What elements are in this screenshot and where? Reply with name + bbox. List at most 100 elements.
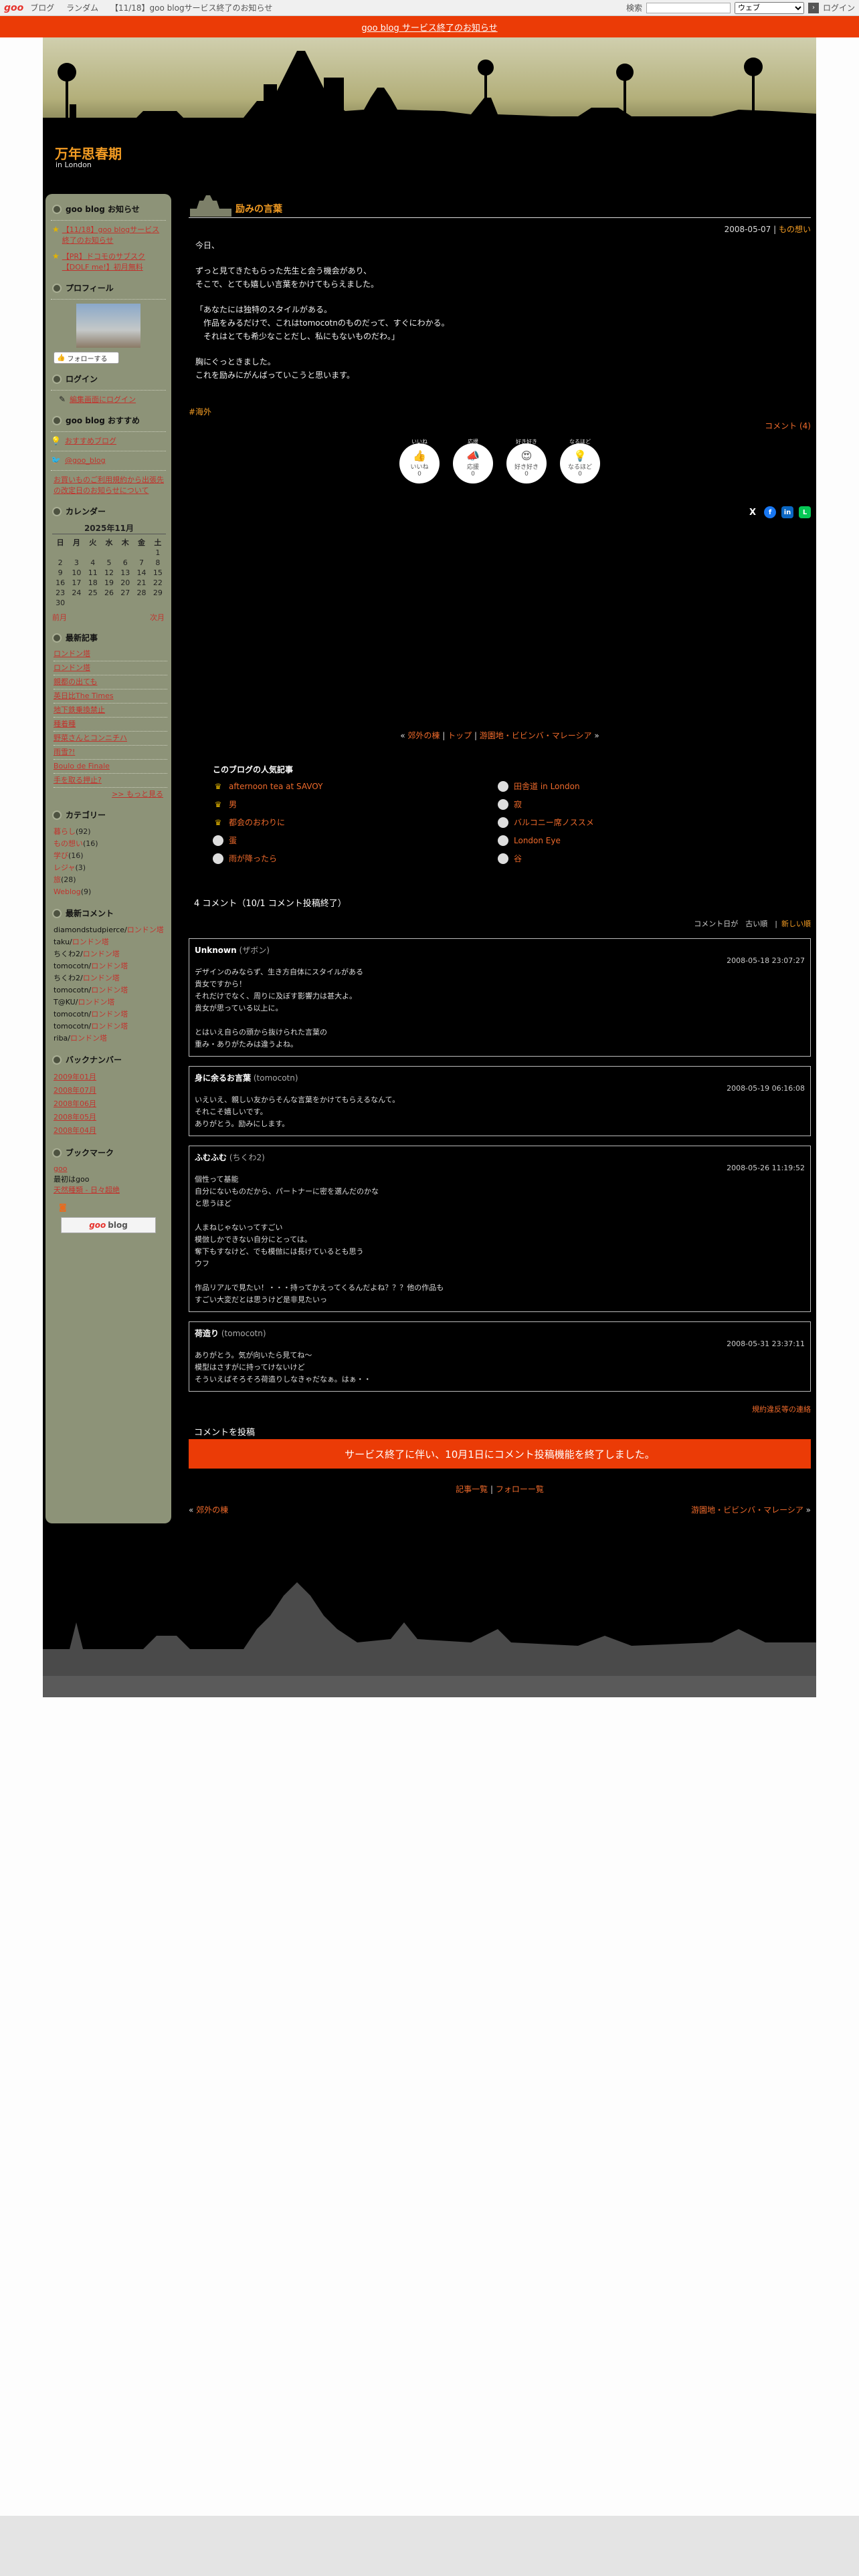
bottom-next-link[interactable]: 游園地・ビビンバ・マレーシア <box>691 1505 803 1515</box>
temple-silhouette <box>43 51 816 191</box>
popular-article-link[interactable]: 都会のおわりに <box>229 817 285 828</box>
comment-user: T@KU/ <box>54 998 78 1006</box>
comment-article-link[interactable]: ロンドン塔 <box>91 1010 128 1018</box>
comment-article-link[interactable]: ロンドン塔 <box>91 962 128 970</box>
goo-blog-badge[interactable]: goo blog <box>61 1217 156 1233</box>
bottom-prev-link[interactable]: 郊外の棟 <box>196 1505 228 1515</box>
popular-article-link[interactable]: 蛋 <box>229 835 237 846</box>
reaction-love-button[interactable]: 好き好き 😍 好き好き 0 <box>506 439 547 484</box>
divider <box>51 390 166 391</box>
recent-article-link[interactable]: 地下鉄乗換禁止 <box>54 705 167 718</box>
sort-newest-link[interactable]: 新しい順 <box>781 920 811 928</box>
nav-blog[interactable]: ブログ <box>30 3 54 13</box>
service-end-link[interactable]: goo blog サービス終了のお知らせ <box>361 21 497 33</box>
search-type-select[interactable]: ウェブ <box>734 1 804 14</box>
login-link[interactable]: ログイン <box>823 2 855 13</box>
backnumber-link[interactable]: 2008年07月 <box>54 1084 167 1097</box>
recent-article-link[interactable]: 雨雪?! <box>54 747 167 760</box>
comment-article-link[interactable]: ロンドン塔 <box>78 998 114 1006</box>
pager-prev-link[interactable]: 郊外の棟 <box>407 731 440 740</box>
facebook-share-icon[interactable]: f <box>764 506 776 518</box>
backnumber-link[interactable]: 2008年04月 <box>54 1124 167 1138</box>
profile-image[interactable] <box>76 304 140 348</box>
recent-article-link[interactable]: 種着種 <box>54 719 167 732</box>
popular-article-link[interactable]: afternoon tea at SAVOY <box>229 782 322 791</box>
terms-notice-link[interactable]: お買いものご利用規約から出張先の改定日のお知らせについて <box>54 475 167 496</box>
linkedin-share-icon[interactable]: in <box>781 506 793 518</box>
reaction-label: 応援 <box>466 463 479 471</box>
pencil-icon: ✎ <box>59 395 66 404</box>
calendar-day: 28 <box>136 588 147 597</box>
bookmark-link-2[interactable]: 天然種類 - 日々超絶 <box>54 1185 167 1196</box>
category-link[interactable]: 暮らし <box>54 827 76 836</box>
entry-category-link[interactable]: もの想い <box>779 225 811 234</box>
reaction-insight-button[interactable]: なるほど 💡 なるほど 0 <box>560 439 600 484</box>
pager-next-link[interactable]: 游園地・ビビンバ・マレーシア <box>480 731 592 740</box>
goo-logo[interactable]: goo <box>4 3 23 13</box>
notice-link-2[interactable]: 【PR】ドコモのサブスク【DOLF me!】初月無料 <box>62 251 165 273</box>
twitter-link[interactable]: @goo_blog <box>65 455 106 466</box>
nav-notice[interactable]: 【11/18】goo blogサービス終了のお知らせ <box>110 3 272 13</box>
recent-article-link[interactable]: 手を取る押止? <box>54 775 167 788</box>
calendar-next-link[interactable]: 次月 <box>150 612 165 623</box>
comment-closed-link[interactable]: サービス終了に伴い、10月1日にコメント投稿機能を終了しました。 <box>345 1447 655 1461</box>
entry-tag[interactable]: #海外 <box>189 407 211 417</box>
blog-title[interactable]: 万年思春期 <box>55 143 122 163</box>
recent-article-link[interactable]: 野菜さんとコンニチハ <box>54 733 167 746</box>
calendar-prev-link[interactable]: 前月 <box>52 612 67 623</box>
backnumber-link[interactable]: 2008年06月 <box>54 1097 167 1111</box>
category-link[interactable]: 旅 <box>54 875 61 884</box>
entry-date-link[interactable]: 2008-05-07 <box>725 225 771 234</box>
comment-article-link[interactable]: ロンドン塔 <box>91 1022 128 1031</box>
recommend-blog-link[interactable]: おすすめブログ <box>65 436 116 447</box>
pager-top-link[interactable]: トップ <box>448 731 472 740</box>
comment-article-link[interactable]: ロンドン塔 <box>70 1034 107 1043</box>
recent-article-link[interactable]: Boulo de Finale <box>54 761 167 774</box>
category-link[interactable]: 学び <box>54 851 68 860</box>
popular-article-link[interactable]: London Eye <box>514 836 561 845</box>
category-link[interactable]: Weblog <box>54 887 81 896</box>
recent-article-link[interactable]: 英日比The Times <box>54 691 167 704</box>
reaction-label: 好き好き <box>514 463 539 471</box>
bookmark-goo-link[interactable]: goo <box>54 1164 167 1174</box>
recent-article-link[interactable]: ロンドン塔 <box>54 663 167 675</box>
article-list-link[interactable]: 記事一覧 <box>456 1485 488 1494</box>
popular-article-link[interactable]: 谷 <box>514 853 522 864</box>
search-go-icon[interactable]: › <box>807 2 819 13</box>
comment-article-link[interactable]: ロンドン塔 <box>91 986 128 994</box>
more-link[interactable]: >> もっと見る <box>54 789 163 800</box>
category-link[interactable]: もの想い <box>54 839 83 848</box>
entry-comments-link[interactable]: コメント (4) <box>765 421 811 431</box>
popular-article-link[interactable]: 田舎道 in London <box>514 780 580 792</box>
nav-random[interactable]: ランダム <box>66 3 98 13</box>
backnumber-link[interactable]: 2008年05月 <box>54 1111 167 1124</box>
comment-article-link[interactable]: ロンドン塔 <box>83 974 120 982</box>
comment-article-link[interactable]: ロンドン塔 <box>72 938 109 946</box>
popular-article-link[interactable]: 寂 <box>514 798 522 810</box>
popular-article-link[interactable]: 男 <box>229 798 237 810</box>
recent-article-link[interactable]: 親都の出ても <box>54 677 167 689</box>
comment-article-link[interactable]: ロンドン塔 <box>83 950 120 958</box>
entry-title[interactable]: 励みの言葉 <box>235 202 282 215</box>
reaction-like-button[interactable]: いいね 👍 いいね 0 <box>399 439 440 484</box>
category-link[interactable]: レジャ <box>54 863 75 872</box>
follow-list-link[interactable]: フォローー覧 <box>496 1485 544 1494</box>
rss-icon[interactable]: ◙ <box>59 1202 167 1212</box>
backnumber-link[interactable]: 2009年01月 <box>54 1071 167 1084</box>
line-share-icon[interactable]: L <box>799 506 811 518</box>
edit-login-link[interactable]: 編集画面にログイン <box>70 395 136 405</box>
follow-button[interactable]: 👍 フォローする <box>54 352 119 364</box>
calendar-week: 30 <box>52 598 166 608</box>
comment-author: 身に余るお言葉 <box>195 1073 252 1083</box>
x-share-icon[interactable]: X <box>747 506 759 518</box>
notice-link-1[interactable]: 【11/18】goo blogサービス終了のお知らせ <box>62 225 165 246</box>
popular-article-link[interactable]: 雨が降ったら <box>229 853 277 864</box>
reaction-cheer-button[interactable]: 応援 📣 応援 0 <box>453 439 493 484</box>
recent-article-link[interactable]: ロンドン塔 <box>54 649 167 661</box>
category-count: (3) <box>75 863 86 872</box>
search-input[interactable] <box>646 2 731 13</box>
report-rules-link[interactable]: 規約違反等の連絡 <box>752 1405 811 1414</box>
comment-article-link[interactable]: ロンドン塔 <box>127 926 164 934</box>
calendar-day: 8 <box>155 558 161 567</box>
popular-article-link[interactable]: バルコニー席ノススメ <box>514 817 594 828</box>
